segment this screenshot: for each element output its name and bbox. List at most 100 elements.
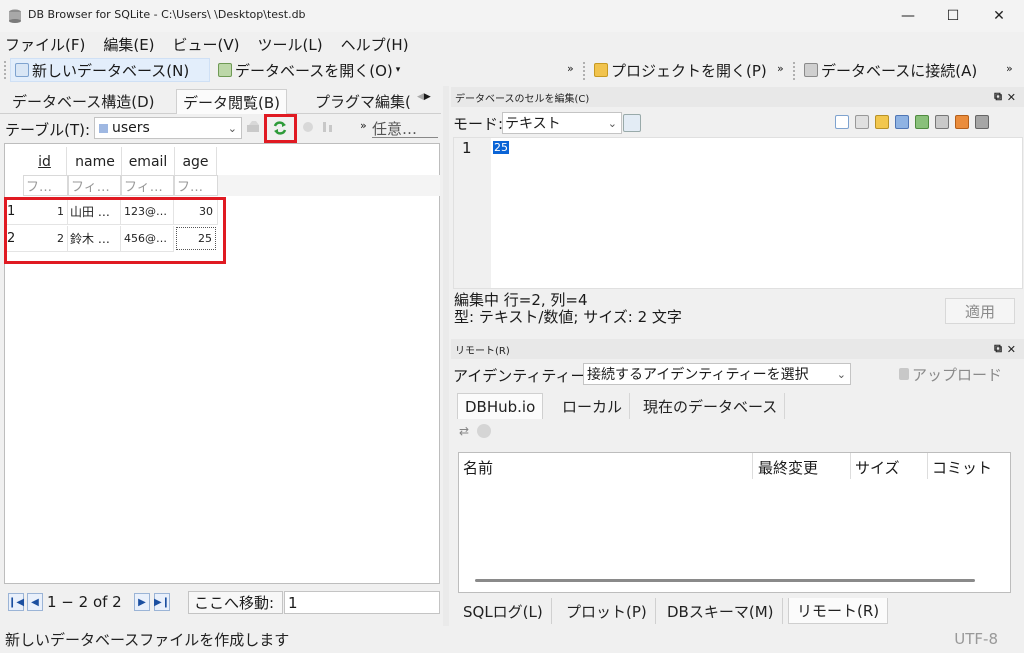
table-select[interactable]: users ⌄ [94, 117, 242, 139]
clear-filters-icon[interactable] [246, 120, 262, 134]
toolbar-overflow-2[interactable]: » [777, 62, 784, 75]
save-filter-icon[interactable] [321, 120, 335, 134]
last-record-button[interactable]: ▶❙ [154, 593, 170, 611]
tab-database-structure[interactable]: データベース構造(D) [6, 89, 161, 114]
remote-list: 名前 最終変更 サイズ コミット [458, 452, 1011, 593]
first-record-button[interactable]: ❙◀ [8, 593, 24, 611]
previous-record-button[interactable]: ◀ [27, 593, 43, 611]
upload-button[interactable]: アップロード [899, 363, 1011, 385]
column-header-age[interactable]: age [175, 147, 217, 176]
menu-view[interactable]: ビュー(V) [173, 34, 240, 55]
cell-editor-panel: データベースのセルを編集(C) ⧉ ✕ モード: テキスト ⌄ 1 25 編集中… [451, 87, 1024, 335]
toolbar-overflow-1[interactable]: » [567, 62, 574, 75]
chevron-down-icon: ⌄ [227, 121, 237, 135]
horizontal-scrollbar[interactable] [475, 579, 975, 582]
cell-editor-textarea[interactable]: 1 25 [453, 137, 1023, 289]
tab-dbhub[interactable]: DBHub.io [457, 393, 544, 419]
mode-select[interactable]: テキスト ⌄ [502, 112, 622, 134]
tab-scroll-right[interactable]: ▶ [424, 92, 431, 110]
column-header-name[interactable]: name [69, 147, 122, 176]
export-file-icon[interactable] [895, 115, 909, 129]
tab-current-database[interactable]: 現在のデータベース [636, 393, 786, 419]
panel-splitter[interactable] [443, 86, 449, 626]
connect-database-icon [804, 63, 818, 77]
column-divider [850, 453, 851, 479]
import-file-icon[interactable] [875, 115, 889, 129]
identity-select[interactable]: 接続するアイデンティティーを選択 ⌄ [583, 363, 851, 385]
open-database-dropdown-arrow[interactable]: ▾ [396, 65, 401, 75]
column-header-email[interactable]: email [122, 147, 175, 176]
close-panel-icon[interactable]: ✕ [1007, 91, 1016, 104]
main-tab-bar: データベース構造(D) データ閲覧(B) プラグマ編集( ◀ ▶ [0, 88, 441, 114]
clear-sort-icon[interactable] [301, 120, 315, 134]
cell-type-info: 型: テキスト/数値; サイズ: 2 文字 [454, 308, 682, 326]
filter-input-email[interactable]: フィ… [121, 175, 174, 196]
tab-db-schema[interactable]: DBスキーマ(M) [659, 598, 783, 624]
tab-edit-pragmas[interactable]: プラグマ編集( [309, 89, 417, 114]
refresh-icon[interactable]: ⇄ [459, 424, 469, 440]
new-database-icon [15, 63, 29, 77]
upload-label: アップロード [912, 365, 1003, 384]
column-header-last-modified[interactable]: 最終変更 [758, 457, 818, 478]
tab-browse-data[interactable]: データ閲覧(B) [176, 89, 287, 114]
menu-help[interactable]: ヘルプ(H) [341, 34, 409, 55]
chevron-down-icon: ⌄ [607, 116, 617, 130]
tab-local[interactable]: ローカル [555, 393, 631, 419]
toolbar-overflow-3[interactable]: » [1006, 62, 1013, 75]
column-divider [927, 453, 928, 479]
global-filter-input[interactable]: 任意… [372, 118, 438, 138]
float-panel-icon[interactable]: ⧉ [994, 342, 1002, 356]
menu-tools[interactable]: ツール(L) [258, 34, 323, 55]
close-panel-icon[interactable]: ✕ [1007, 343, 1016, 356]
refresh-icon[interactable] [272, 120, 288, 136]
remote-title: リモート(R) [455, 345, 510, 357]
table-select-value: users [112, 120, 150, 136]
print-icon[interactable] [975, 115, 989, 129]
column-header-commit[interactable]: コミット [932, 457, 992, 478]
menu-file[interactable]: ファイル(F) [5, 34, 85, 55]
tab-scroll-left[interactable]: ◀ [417, 92, 424, 110]
auto-switch-mode-icon[interactable] [623, 114, 641, 132]
remote-tab-bar: DBHub.io ローカル 現在のデータベース [455, 393, 1021, 419]
goto-button[interactable]: ここへ移動: [188, 591, 283, 614]
remote-panel: リモート(R) ⧉ ✕ アイデンティティー 接続するアイデンティティーを選択 ⌄… [451, 339, 1024, 597]
float-panel-icon[interactable]: ⧉ [994, 90, 1002, 104]
maximize-button[interactable]: ☐ [930, 0, 976, 32]
encoding-label: UTF-8 [954, 630, 998, 648]
column-header-size[interactable]: サイズ [855, 457, 900, 478]
open-project-button[interactable]: プロジェクトを開く(P) [590, 58, 771, 82]
open-database-icon [218, 63, 232, 77]
tab-remote[interactable]: リモート(R) [788, 598, 889, 624]
set-null-icon[interactable] [915, 115, 929, 129]
word-wrap-icon[interactable] [855, 115, 869, 129]
clone-icon[interactable] [477, 424, 492, 438]
goto-input[interactable]: 1 [284, 591, 440, 614]
filter-input-age[interactable]: フ… [174, 175, 218, 196]
open-database-label: データベースを開く(O) [235, 61, 393, 80]
tab-plot[interactable]: プロット(P) [558, 598, 656, 624]
open-database-button[interactable]: データベースを開く(O) ▾ [214, 58, 404, 82]
copy-icon[interactable] [935, 115, 949, 129]
open-project-icon [594, 63, 608, 77]
filter-input-id[interactable]: フ… [23, 175, 68, 196]
filter-input-name[interactable]: フィ… [68, 175, 121, 196]
apply-button[interactable]: 適用 [945, 298, 1015, 324]
remote-toolbar: ⇄ [459, 424, 507, 440]
toolbar-grip [4, 61, 6, 79]
minimize-button[interactable]: — [885, 0, 931, 32]
filter-toolbar-overflow[interactable]: » [360, 119, 367, 132]
next-record-button[interactable]: ▶ [134, 593, 150, 611]
column-header-name[interactable]: 名前 [463, 457, 493, 478]
menu-edit[interactable]: 編集(E) [103, 34, 154, 55]
null-value-icon[interactable] [955, 115, 969, 129]
new-database-button[interactable]: 新しいデータベース(N) [10, 58, 210, 82]
column-divider [752, 453, 753, 479]
connect-database-button[interactable]: データベースに接続(A) [800, 58, 981, 82]
data-grid: id name email age フ… フィ… フィ… フ… 1 1 山田 …… [4, 143, 440, 584]
column-header-id[interactable]: id [23, 147, 67, 176]
close-button[interactable]: ✕ [976, 0, 1022, 32]
table-label: テーブル(T): [5, 121, 91, 139]
tab-sql-log[interactable]: SQLログ(L) [455, 598, 552, 624]
text-mode-icon[interactable] [835, 115, 849, 129]
cell-value-text[interactable]: 25 [493, 141, 509, 154]
